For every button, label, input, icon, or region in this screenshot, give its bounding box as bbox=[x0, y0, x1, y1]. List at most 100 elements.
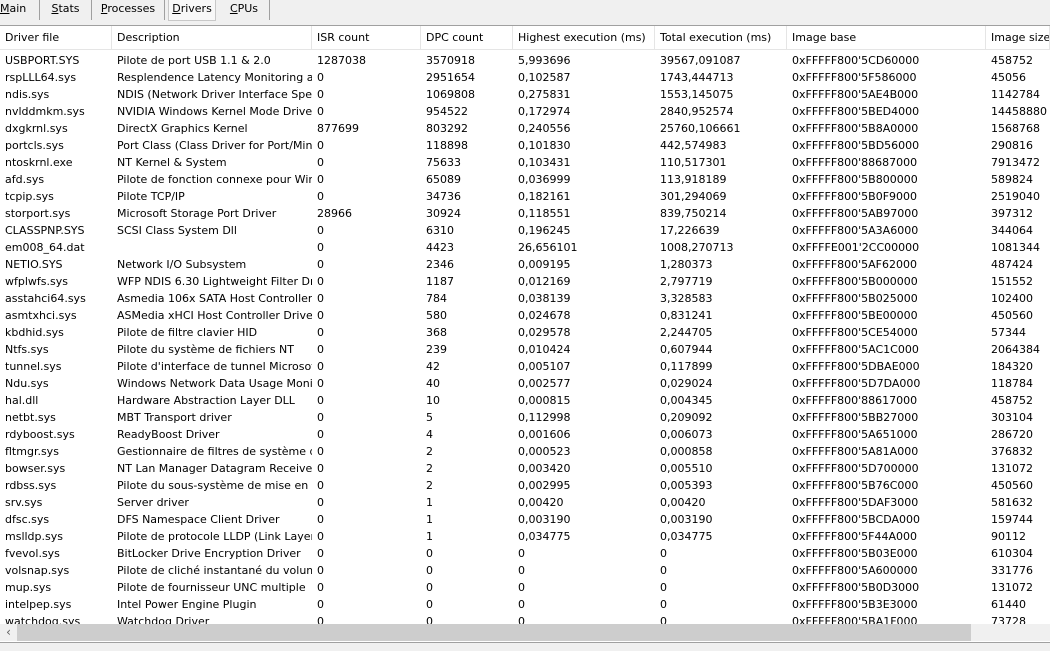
cell-driver-file: asstahci64.sys bbox=[5, 292, 86, 305]
cell-isr-count: 0 bbox=[317, 139, 324, 152]
cell-image-base: 0xFFFFF800'5A600000 bbox=[792, 564, 918, 577]
column-header-isr-count[interactable]: ISR count bbox=[312, 26, 421, 50]
cell-driver-file: storport.sys bbox=[5, 207, 71, 220]
tab-label: Drivers bbox=[172, 2, 212, 15]
cell-total-execution: 25760,106661 bbox=[660, 122, 741, 135]
table-row[interactable]: wfplwfs.sys WFP NDIS 6.30 Lightweight Fil… bbox=[0, 273, 1050, 290]
scrollbar-thumb[interactable] bbox=[17, 624, 971, 641]
cell-image-base: 0xFFFFF800'5BA1F000 bbox=[792, 615, 918, 624]
cell-image-base: 0xFFFFF800'5AF62000 bbox=[792, 258, 918, 271]
table-row[interactable]: Ndu.sys Windows Network Data Usage Monit.… bbox=[0, 375, 1050, 392]
cell-highest-execution: 5,993696 bbox=[518, 54, 571, 67]
cell-image-base: 0xFFFFF800'5AB97000 bbox=[792, 207, 919, 220]
cell-total-execution: 0,00420 bbox=[660, 496, 706, 509]
horizontal-scrollbar[interactable]: ‹ bbox=[0, 624, 1050, 641]
table-row[interactable]: srv.sys Server driver 0 1 0,00420 0,00420 0xFF… bbox=[0, 494, 1050, 511]
table-row[interactable]: tcpip.sys Pilote TCP/IP 0 34736 0,182161 301,… bbox=[0, 188, 1050, 205]
cell-dpc-count: 4423 bbox=[426, 241, 454, 254]
table-row[interactable]: nvlddmkm.sys NVIDIA Windows Kernel Mode D… bbox=[0, 103, 1050, 120]
cell-image-size: 303104 bbox=[991, 411, 1033, 424]
table-row[interactable]: dxgkrnl.sys DirectX Graphics Kernel 877699… bbox=[0, 120, 1050, 137]
column-header-dpc-count[interactable]: DPC count bbox=[421, 26, 513, 50]
table-row[interactable]: asmtxhci.sys ASMedia xHCI Host Controller… bbox=[0, 307, 1050, 324]
column-header-image-base[interactable]: Image base bbox=[787, 26, 986, 50]
cell-description: Hardware Abstraction Layer DLL bbox=[117, 394, 295, 407]
column-header-driver-file[interactable]: Driver file bbox=[0, 26, 112, 50]
column-header-highest-execution[interactable]: Highest execution (ms) bbox=[513, 26, 655, 50]
cell-driver-file: nvlddmkm.sys bbox=[5, 105, 85, 118]
table-row[interactable]: hal.dll Hardware Abstraction Layer DLL 0 10… bbox=[0, 392, 1050, 409]
cell-dpc-count: 784 bbox=[426, 292, 447, 305]
cell-total-execution: 0,034775 bbox=[660, 530, 713, 543]
cell-image-size: 458752 bbox=[991, 54, 1033, 67]
cell-highest-execution: 0,103431 bbox=[518, 156, 571, 169]
column-header-description[interactable]: Description bbox=[112, 26, 312, 50]
table-row[interactable]: NETIO.SYS Network I/O Subsystem 0 2346 0,009… bbox=[0, 256, 1050, 273]
table-row[interactable]: em008_64.dat 0 4423 26,656101 1008,270713 0xF… bbox=[0, 239, 1050, 256]
table-row[interactable]: storport.sys Microsoft Storage Port Drive… bbox=[0, 205, 1050, 222]
cell-total-execution: 0,005510 bbox=[660, 462, 713, 475]
table-row[interactable]: netbt.sys MBT Transport driver 0 5 0,112998 0… bbox=[0, 409, 1050, 426]
table-row[interactable]: dfsc.sys DFS Namespace Client Driver 0 1 0,0… bbox=[0, 511, 1050, 528]
cell-total-execution: 0,209092 bbox=[660, 411, 713, 424]
cell-total-execution: 0 bbox=[660, 564, 667, 577]
table-row[interactable]: fvevol.sys BitLocker Drive Encryption Dri… bbox=[0, 545, 1050, 562]
table-row[interactable]: CLASSPNP.SYS SCSI Class System Dll 0 6310 0,… bbox=[0, 222, 1050, 239]
cell-description: ASMedia xHCI Host Controller Driver bbox=[117, 309, 312, 322]
cell-image-size: 589824 bbox=[991, 173, 1033, 186]
table-row[interactable]: volsnap.sys Pilote de cliché instantané d… bbox=[0, 562, 1050, 579]
tab-cpus[interactable]: CPUs bbox=[219, 0, 270, 20]
cell-isr-count: 0 bbox=[317, 105, 324, 118]
table-row[interactable]: rdbss.sys Pilote du sous-système de mise … bbox=[0, 477, 1050, 494]
cell-description: Windows Network Data Usage Monit... bbox=[117, 377, 312, 390]
tab-main[interactable]: Main bbox=[0, 0, 40, 20]
tab-drivers[interactable]: Drivers bbox=[168, 0, 216, 21]
cell-description: Pilote TCP/IP bbox=[117, 190, 185, 203]
tab-label: Processes bbox=[100, 2, 156, 15]
table-row[interactable]: mup.sys Pilote de fournisseur UNC multipl… bbox=[0, 579, 1050, 596]
table-row[interactable]: portcls.sys Port Class (Class Driver for … bbox=[0, 137, 1050, 154]
cell-dpc-count: 2 bbox=[426, 479, 433, 492]
cell-image-size: 286720 bbox=[991, 428, 1033, 441]
table-row[interactable]: mslldp.sys Pilote de protocole LLDP (Link… bbox=[0, 528, 1050, 545]
cell-highest-execution: 0,034775 bbox=[518, 530, 571, 543]
table-row[interactable]: asstahci64.sys Asmedia 106x SATA Host Con… bbox=[0, 290, 1050, 307]
cell-driver-file: CLASSPNP.SYS bbox=[5, 224, 85, 237]
tab-stats[interactable]: Stats bbox=[40, 0, 92, 20]
table-row[interactable]: ndis.sys NDIS (Network Driver Interface S… bbox=[0, 86, 1050, 103]
table-row[interactable]: Ntfs.sys Pilote du système de fichiers NT… bbox=[0, 341, 1050, 358]
cell-description: Gestionnaire de filtres de système d... bbox=[117, 445, 312, 458]
cell-image-size: 1081344 bbox=[991, 241, 1040, 254]
table-row[interactable]: rdyboost.sys ReadyBoost Driver 0 4 0,001606 0… bbox=[0, 426, 1050, 443]
column-header-image-size[interactable]: Image size bbox=[986, 26, 1050, 50]
table-row[interactable]: intelpep.sys Intel Power Engine Plugin 0 0 0… bbox=[0, 596, 1050, 613]
cell-dpc-count: 0 bbox=[426, 581, 433, 594]
cell-image-base: 0xFFFFF800'5B03E000 bbox=[792, 547, 918, 560]
cell-highest-execution: 0,005107 bbox=[518, 360, 571, 373]
table-row[interactable]: USBPORT.SYS Pilote de port USB 1.1 & 2.0 1… bbox=[0, 52, 1050, 69]
cell-description: Pilote de fournisseur UNC multiple bbox=[117, 581, 306, 594]
table-row[interactable]: bowser.sys NT Lan Manager Datagram Receiv… bbox=[0, 460, 1050, 477]
chevron-left-icon[interactable]: ‹ bbox=[0, 624, 17, 641]
cell-image-base: 0xFFFFF800'5B000000 bbox=[792, 275, 918, 288]
cell-isr-count: 0 bbox=[317, 377, 324, 390]
table-row[interactable]: ntoskrnl.exe NT Kernel & System 0 75633 0,10… bbox=[0, 154, 1050, 171]
cell-image-size: 90112 bbox=[991, 530, 1026, 543]
column-header-total-execution[interactable]: Total execution (ms) bbox=[655, 26, 787, 50]
table-row[interactable]: afd.sys Pilote de fonction connexe pour W… bbox=[0, 171, 1050, 188]
cell-image-size: 344064 bbox=[991, 224, 1033, 237]
cell-driver-file: ntoskrnl.exe bbox=[5, 156, 73, 169]
table-row[interactable]: watchdog.sys Watchdog Driver 0 0 0 0 0xFFFFF80… bbox=[0, 613, 1050, 624]
cell-image-base: 0xFFFFF800'5A3A6000 bbox=[792, 224, 919, 237]
table-row[interactable]: tunnel.sys Pilote d'interface de tunnel M… bbox=[0, 358, 1050, 375]
cell-highest-execution: 0,00420 bbox=[518, 496, 564, 509]
cell-image-size: 131072 bbox=[991, 462, 1033, 475]
cell-total-execution: 2840,952574 bbox=[660, 105, 734, 118]
tab-processes[interactable]: Processes bbox=[92, 0, 165, 20]
table-row[interactable]: fltmgr.sys Gestionnaire de filtres de sys… bbox=[0, 443, 1050, 460]
cell-image-size: 331776 bbox=[991, 564, 1033, 577]
table-row[interactable]: rspLLL64.sys Resplendence Latency Monitor… bbox=[0, 69, 1050, 86]
cell-highest-execution: 0,010424 bbox=[518, 343, 571, 356]
cell-image-size: 1142784 bbox=[991, 88, 1040, 101]
table-row[interactable]: kbdhid.sys Pilote de filtre clavier HID 0 3… bbox=[0, 324, 1050, 341]
